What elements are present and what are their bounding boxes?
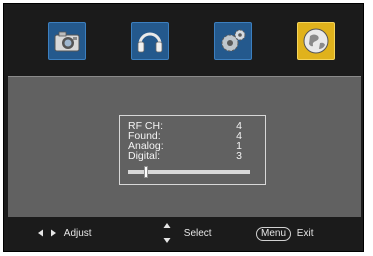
tab-picture[interactable] xyxy=(48,22,86,60)
left-right-arrows-icon xyxy=(38,229,56,237)
scan-panel: RF CH: 4 Found: 4 Analog: 1 Digital: 3 xyxy=(8,76,361,218)
tab-setup[interactable] xyxy=(214,22,252,60)
globe-icon xyxy=(303,28,329,54)
digital-label: Digital: xyxy=(128,150,161,162)
hint-select: Select xyxy=(163,223,212,243)
tab-sound[interactable] xyxy=(131,22,169,60)
digital-value: 3 xyxy=(236,150,242,162)
up-down-arrows-icon xyxy=(163,223,171,243)
gear-icon xyxy=(221,29,246,52)
hint-bar: Adjust Select Menu Exit xyxy=(8,217,361,250)
menu-tab-bar xyxy=(8,8,361,76)
scan-progress-marker xyxy=(144,166,149,178)
menu-key-badge: Menu xyxy=(256,227,292,241)
adjust-label: Adjust xyxy=(63,228,92,239)
tab-channel[interactable] xyxy=(297,22,335,60)
scan-info-box: RF CH: 4 Found: 4 Analog: 1 Digital: 3 xyxy=(119,115,266,185)
exit-label: Exit xyxy=(296,228,314,239)
hint-adjust: Adjust xyxy=(38,227,92,241)
select-label: Select xyxy=(183,227,212,239)
headphones-icon xyxy=(137,32,163,53)
scan-row-digital: Digital: 3 xyxy=(128,150,254,162)
camera-icon xyxy=(54,31,80,52)
tv-menu-screen: RF CH: 4 Found: 4 Analog: 1 Digital: 3 A… xyxy=(3,3,364,252)
scan-progress-bar xyxy=(128,166,250,178)
hint-exit: Menu Exit xyxy=(256,227,313,241)
